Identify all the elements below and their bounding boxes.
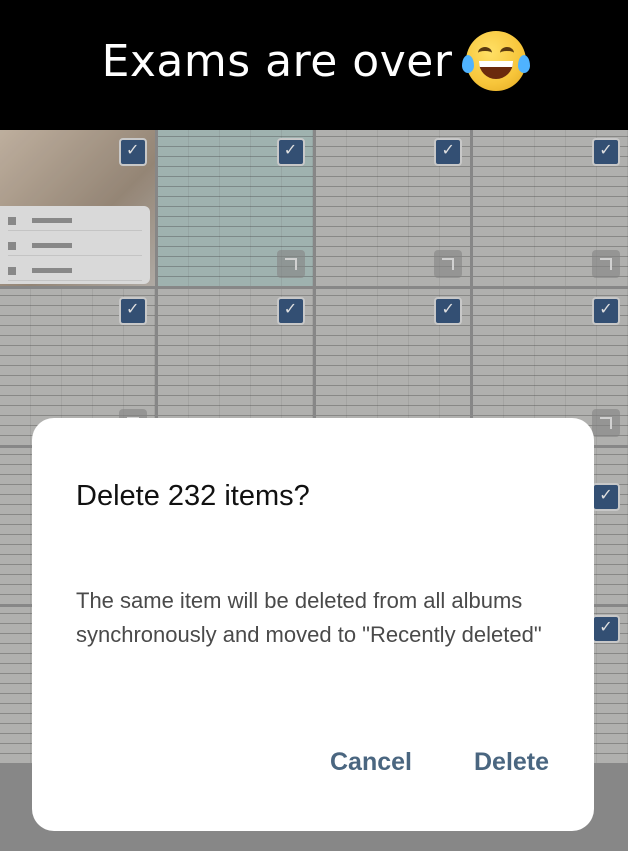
dialog-message: The same item will be deleted from all a… [76, 588, 542, 647]
delete-button[interactable]: Delete [474, 748, 549, 777]
dialog-title: Delete 232 items? [76, 480, 310, 512]
caption-text: Exams are over [101, 35, 453, 87]
caption: Exams are over [101, 31, 531, 91]
side-menu [0, 206, 150, 284]
delete-confirm-dialog: Delete 232 items? The same item will be … [32, 418, 594, 831]
laughing-tears-emoji-icon [462, 31, 531, 91]
cancel-button[interactable]: Cancel [330, 748, 412, 777]
caption-bar: Exams are over [0, 0, 628, 130]
